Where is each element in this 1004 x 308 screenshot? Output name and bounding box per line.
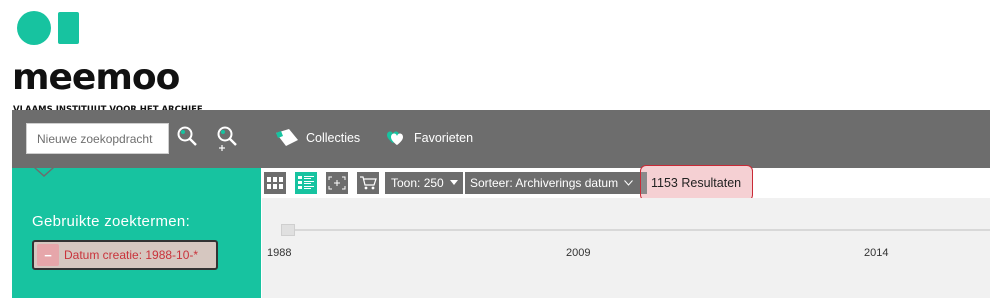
brand-name: meemoo [12,57,180,98]
remove-term-button[interactable]: − [37,244,59,266]
search-icon[interactable] [175,124,201,152]
timeline-tick: 2014 [864,247,889,259]
search-terms-heading: Gebruikte zoektermen: [32,213,191,230]
nav-collecties-label: Collecties [306,131,361,145]
advanced-search-icon[interactable] [215,124,241,152]
expand-icon [328,176,346,190]
expand-view-button[interactable] [326,172,348,194]
timeline-slider: 1988 2009 2014 [262,198,990,298]
search-input[interactable] [26,123,169,154]
caret-down-icon [449,180,458,185]
list-icon [298,176,314,189]
top-search-bar: Collecties Favorieten [12,110,990,168]
sort-label: Sorteer: Archiverings datum [470,176,619,190]
search-term-label: Datum creatie: 1988-10-* [64,248,199,262]
grid-view-button[interactable] [264,172,286,194]
page-size-select[interactable]: Toon: 250 [385,172,463,194]
folder-icon [276,129,298,146]
nav-favorieten[interactable]: Favorieten [380,126,473,150]
grid-icon [267,177,283,189]
chevron-down-icon [624,180,633,186]
basket-button[interactable] [357,172,379,194]
meemoo-logo[interactable]: meemoo VLAAMS INSTITUUT VOOR HET ARCHIEF [12,10,212,115]
list-view-button[interactable] [295,172,317,194]
timeline-tick: 2009 [566,247,591,259]
nav-collecties[interactable]: Collecties [274,126,360,150]
results-count-label: 1153 Resultaten [651,176,742,190]
sort-select[interactable]: Sorteer: Archiverings datum [465,172,641,194]
search-terms-panel: Gebruikte zoektermen: − Datum creatie: 1… [12,168,261,298]
meemoo-logo-mark-icon [17,11,79,45]
page-size-label: Toon: 250 [391,176,444,190]
cart-icon [360,176,377,190]
search-term-chip: − Datum creatie: 1988-10-* [32,240,218,270]
timeline-tick: 1988 [267,247,292,259]
results-flag [641,172,647,194]
timeline-track [288,229,990,231]
results-count: 1153 Resultaten [640,165,753,201]
panel-notch-inner [36,168,52,175]
heart-icon [387,131,403,145]
minus-icon: − [44,247,52,263]
timeline-handle[interactable] [281,224,295,236]
nav-favorieten-label: Favorieten [414,131,474,145]
